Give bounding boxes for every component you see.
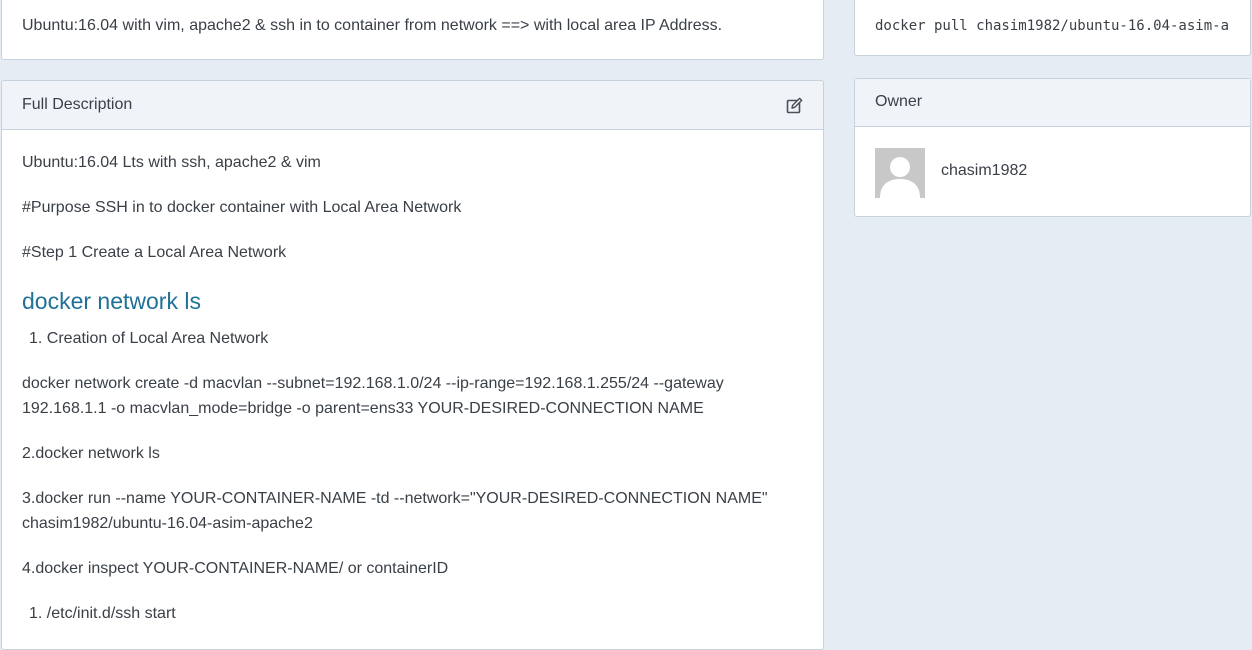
command-line-1: docker network create -d macvlan --subne…: [22, 375, 724, 392]
step-2-text: 2.docker network ls: [22, 445, 160, 462]
user-avatar-icon[interactable]: [875, 148, 925, 198]
list-item: 1. Creation of Local Area Network: [29, 330, 269, 347]
list-item: 1. /etc/init.d/ssh start: [29, 605, 176, 622]
description-line-1: Ubuntu:16.04 Lts with ssh, apache2 & vim: [22, 154, 321, 171]
full-description-title: Full Description: [22, 96, 133, 113]
command-line-2: 192.168.1.1 -o macvlan_mode=bridge -o pa…: [22, 400, 704, 417]
owner-title: Owner: [875, 93, 923, 110]
owner-name-link[interactable]: chasim1982: [941, 162, 1027, 180]
step-4-text: 4.docker inspect YOUR-CONTAINER-NAME/ or…: [22, 560, 449, 577]
short-description-panel: Ubuntu:16.04 with vim, apache2 & ssh in …: [1, 0, 824, 60]
full-description-header: Full Description: [2, 81, 823, 130]
sidebar-column: docker pull chasim1982/ubuntu-16.04-asim…: [854, 0, 1251, 632]
description-heading: docker network ls: [22, 288, 201, 314]
owner-panel: Owner chasim1982: [854, 78, 1251, 217]
docker-pull-panel: docker pull chasim1982/ubuntu-16.04-asim…: [854, 0, 1251, 56]
docker-pull-command[interactable]: docker pull chasim1982/ubuntu-16.04-asim…: [875, 18, 1230, 34]
main-column: Ubuntu:16.04 with vim, apache2 & ssh in …: [1, 0, 824, 650]
short-description-text: Ubuntu:16.04 with vim, apache2 & ssh in …: [22, 17, 723, 34]
step-3-line-2: chasim1982/ubuntu-16.04-asim-apache2: [22, 515, 313, 532]
full-description-panel: Full Description Ubuntu:16.04 Lts with s…: [1, 80, 824, 650]
description-line-3: #Step 1 Create a Local Area Network: [22, 244, 287, 261]
edit-icon[interactable]: [786, 97, 803, 114]
step-3-line-1: 3.docker run --name YOUR-CONTAINER-NAME …: [22, 490, 768, 507]
owner-header: Owner: [855, 79, 1250, 127]
description-line-2: #Purpose SSH in to docker container with…: [22, 199, 462, 216]
